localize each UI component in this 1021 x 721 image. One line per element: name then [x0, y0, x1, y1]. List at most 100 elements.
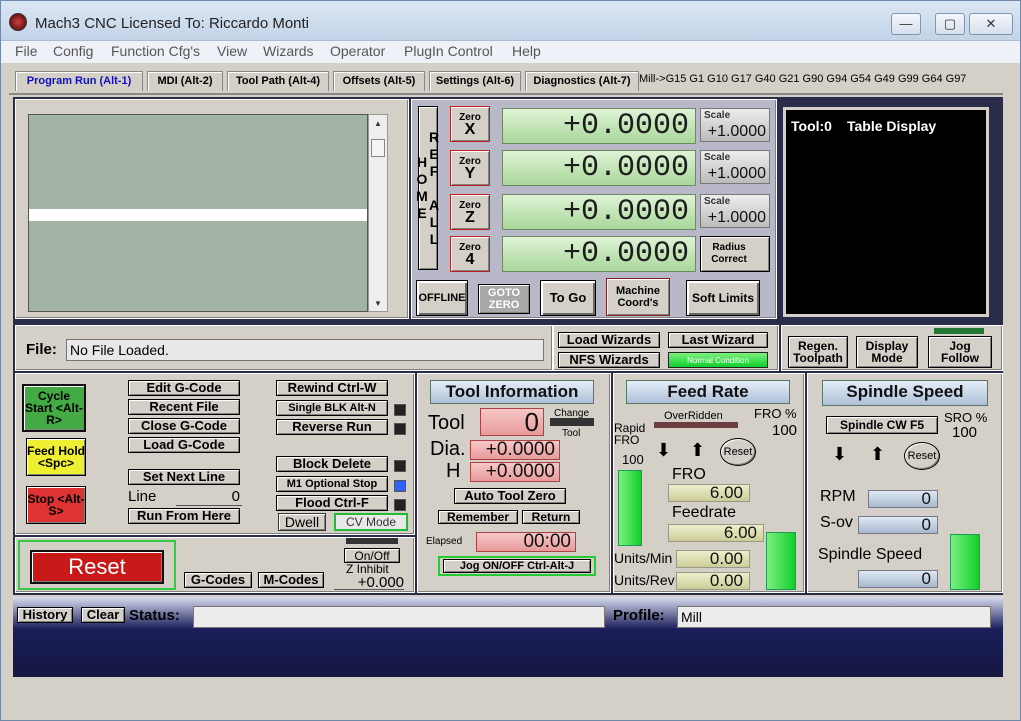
menu-function-cfgs[interactable]: Function Cfg's	[111, 43, 200, 59]
maximize-button[interactable]: ▢	[935, 13, 965, 35]
tool-number-field[interactable]: 0	[480, 408, 544, 436]
feed-hold-button[interactable]: Feed Hold <Spc>	[26, 438, 86, 476]
z-inhibit-onoff-button[interactable]: On/Off	[344, 548, 400, 563]
dro-panel: REF ALL HOME Zero X +0.0000 Scale +1.0000 …	[411, 99, 777, 319]
menu-help[interactable]: Help	[512, 43, 541, 59]
menu-plugin-control[interactable]: PlugIn Control	[404, 43, 493, 59]
display-mode-button[interactable]: Display Mode	[856, 336, 918, 368]
scale-z-value: +1.0000	[707, 209, 766, 226]
return-button[interactable]: Return	[522, 510, 580, 524]
edit-gcode-button[interactable]: Edit G-Code	[128, 380, 240, 396]
tool-table-display: Tool:0 Table Display	[783, 107, 989, 317]
menu-view[interactable]: View	[217, 43, 247, 59]
cycle-start-button[interactable]: Cycle Start <Alt-R>	[22, 384, 86, 432]
height-field[interactable]: +0.0000	[470, 462, 560, 482]
zero-4-button[interactable]: Zero 4	[450, 236, 490, 272]
spindle-speed-slider[interactable]	[950, 534, 980, 590]
feed-rate-slider[interactable]	[766, 532, 796, 590]
scale-y-label: Scale	[704, 152, 731, 163]
radius-correct-button[interactable]: Radius Correct	[700, 236, 770, 272]
rapid-fro-slider[interactable]	[618, 470, 642, 546]
menu-config[interactable]: Config	[53, 43, 93, 59]
rewind-button[interactable]: Rewind Ctrl-W	[276, 380, 388, 396]
tab-diagnostics[interactable]: Diagnostics (Alt-7)	[525, 71, 639, 91]
menu-wizards[interactable]: Wizards	[263, 43, 314, 59]
fro-reset-button[interactable]: Reset	[720, 438, 756, 466]
sro-reset-button[interactable]: Reset	[904, 442, 940, 470]
gcode-display[interactable]	[28, 114, 368, 312]
auto-tool-zero-button[interactable]: Auto Tool Zero	[454, 488, 566, 504]
clear-button[interactable]: Clear	[81, 607, 125, 623]
reverse-run-button[interactable]: Reverse Run	[276, 419, 388, 435]
zero-x-button[interactable]: Zero X	[450, 106, 490, 142]
ref-all-home-button[interactable]: REF ALL HOME	[414, 106, 442, 270]
scroll-up-icon[interactable]: ▲	[374, 119, 382, 128]
menu-file[interactable]: File	[15, 43, 38, 59]
single-block-button[interactable]: Single BLK Alt-N	[276, 400, 388, 416]
units-min-label: Units/Min	[614, 550, 673, 566]
last-wizard-button[interactable]: Last Wizard	[668, 332, 768, 348]
axis-z-label: Z	[465, 209, 475, 226]
scale-y-value: +1.0000	[707, 165, 766, 182]
regen-toolpath-button[interactable]: Regen. Toolpath	[788, 336, 848, 368]
gcodes-button[interactable]: G-Codes	[184, 572, 252, 588]
soft-limits-button[interactable]: Soft Limits	[686, 280, 760, 316]
nfs-wizards-button[interactable]: NFS Wizards	[558, 352, 660, 368]
fro-up-icon[interactable]: ⬆	[690, 440, 705, 461]
menu-operator[interactable]: Operator	[330, 43, 385, 59]
scroll-thumb[interactable]	[371, 139, 385, 157]
change-tool-led	[550, 418, 594, 426]
spindle-speed-field[interactable]: 0	[858, 570, 938, 588]
history-button[interactable]: History	[17, 607, 73, 623]
mcodes-button[interactable]: M-Codes	[258, 572, 324, 588]
load-wizards-button[interactable]: Load Wizards	[558, 332, 660, 348]
block-delete-button[interactable]: Block Delete	[276, 456, 388, 472]
jog-follow-button[interactable]: Jog Follow	[928, 336, 992, 368]
axis-4-label: 4	[465, 251, 475, 268]
zero-y-button[interactable]: Zero Y	[450, 150, 490, 186]
normal-condition-led: Normal Condition	[668, 352, 768, 368]
diameter-field[interactable]: +0.0000	[470, 440, 560, 460]
scale-y: Scale +1.0000	[700, 150, 770, 184]
feed-rate-title: Feed Rate	[626, 380, 790, 404]
m1-optional-stop-button[interactable]: M1 Optional Stop	[276, 476, 388, 492]
close-button[interactable]: ✕	[969, 13, 1013, 35]
spindle-cw-button[interactable]: Spindle CW F5	[826, 416, 938, 434]
zero-z-button[interactable]: Zero Z	[450, 194, 490, 230]
offline-button[interactable]: OFFLINE	[416, 280, 468, 316]
line-number-field[interactable]: 0	[176, 488, 242, 506]
fro-down-icon[interactable]: ⬇	[656, 440, 671, 461]
bottom-bar	[13, 677, 1003, 717]
rpm-label: RPM	[820, 488, 856, 505]
recent-file-button[interactable]: Recent File	[128, 399, 240, 415]
sro-down-icon[interactable]: ⬇	[832, 444, 847, 465]
set-next-line-button[interactable]: Set Next Line	[128, 469, 240, 485]
load-gcode-button[interactable]: Load G-Code	[128, 437, 240, 453]
tab-program-run[interactable]: Program Run (Alt-1)	[15, 71, 143, 91]
status-area: History Clear Status: Profile: Mill	[13, 597, 1003, 677]
goto-zero-button[interactable]: GOTO ZERO	[478, 284, 530, 314]
tab-tool-path[interactable]: Tool Path (Alt-4)	[227, 71, 329, 91]
run-from-here-button[interactable]: Run From Here	[128, 508, 240, 524]
remember-button[interactable]: Remember	[438, 510, 518, 524]
gcode-scrollbar[interactable]: ▲ ▼	[368, 114, 388, 312]
close-gcode-button[interactable]: Close G-Code	[128, 418, 240, 434]
gcode-current-line	[29, 209, 367, 221]
tab-offsets[interactable]: Offsets (Alt-5)	[333, 71, 425, 91]
sro-up-icon[interactable]: ⬆	[870, 444, 885, 465]
tab-mdi[interactable]: MDI (Alt-2)	[147, 71, 223, 91]
machine-coords-button[interactable]: Machine Coord's	[606, 278, 670, 316]
scroll-down-icon[interactable]: ▼	[374, 299, 382, 308]
feedrate-field[interactable]: 6.00	[668, 524, 764, 542]
jog-toggle-button[interactable]: Jog ON/OFF Ctrl-Alt-J	[443, 559, 591, 573]
reset-button[interactable]: Reset	[30, 550, 164, 584]
flood-button[interactable]: Flood Ctrl-F	[276, 495, 388, 511]
to-go-button[interactable]: To Go	[540, 280, 596, 316]
spindle-override-label: S-ov	[820, 514, 853, 531]
tab-settings[interactable]: Settings (Alt-6)	[429, 71, 521, 91]
stop-button[interactable]: Stop <Alt-S>	[26, 486, 86, 524]
minimize-button[interactable]: —	[891, 13, 921, 35]
status-message-field	[193, 606, 605, 628]
z-inhibit-value[interactable]: +0.000	[334, 574, 404, 591]
flood-led	[394, 499, 406, 511]
